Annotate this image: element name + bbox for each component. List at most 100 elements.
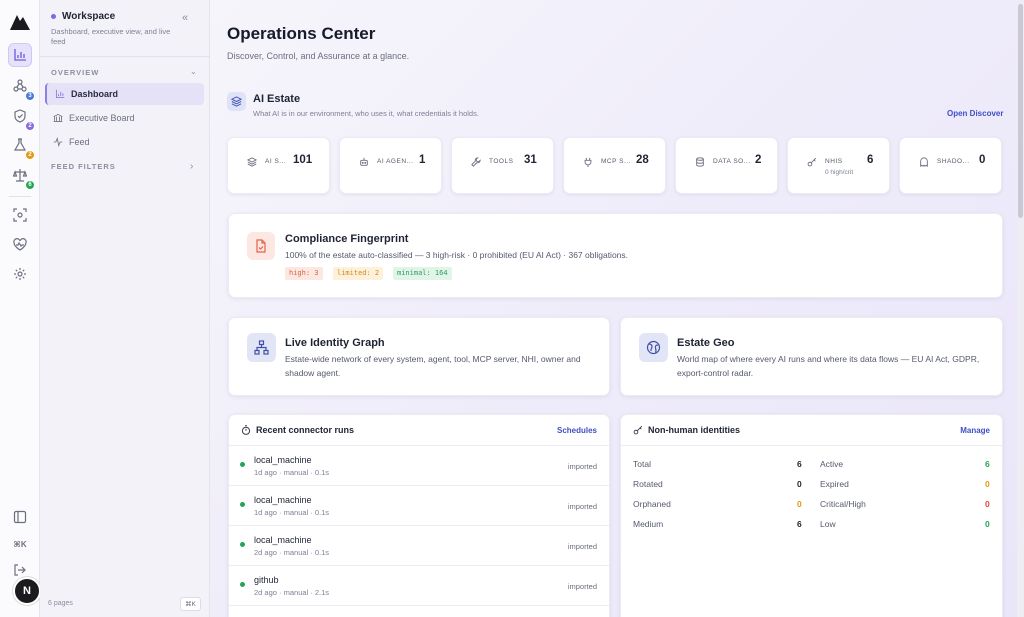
- schedules-link[interactable]: Schedules: [557, 426, 597, 435]
- run-name: local_machine: [254, 495, 312, 505]
- section-overview-label[interactable]: OVERVIEW: [51, 68, 99, 77]
- stat-label: TOOLS: [489, 158, 514, 165]
- stat-label: AI AGEN...: [377, 158, 414, 165]
- status-dot-icon: [240, 502, 245, 507]
- run-meta: 1d ago · manual · 0.1s: [254, 508, 330, 517]
- table-row[interactable]: github 2d ago · manual · 2.1s imported: [229, 566, 609, 606]
- rail-scan-button[interactable]: [8, 203, 32, 227]
- main-scrollbar[interactable]: [1017, 0, 1024, 617]
- stat-card-data-sources[interactable]: DATA SO... 2: [675, 137, 778, 194]
- run-meta: 2d ago · manual · 0.1s: [254, 548, 330, 557]
- run-name: github: [254, 575, 279, 585]
- stat-value: 101: [293, 154, 313, 166]
- panel-title: Non-human identities: [648, 425, 740, 435]
- command-shortcut-label: ⌘K: [13, 539, 27, 549]
- stat-card-ai-systems[interactable]: AI S... 101: [227, 137, 330, 194]
- run-name: local_machine: [254, 455, 312, 465]
- nhi-value-medium: 6: [797, 519, 802, 529]
- command-palette-button[interactable]: ⌘K: [8, 532, 32, 556]
- stat-value: 2: [755, 154, 762, 166]
- run-status: imported: [567, 582, 597, 591]
- bank-icon: [53, 113, 63, 122]
- mountain-logo-icon[interactable]: [10, 12, 30, 30]
- sidebar-panel-icon: [13, 510, 27, 524]
- live-identity-graph-card[interactable]: Live Identity Graph Estate-wide network …: [228, 317, 610, 396]
- activity-icon: [53, 137, 63, 147]
- workspace-header: Workspace: [51, 11, 115, 22]
- nhi-value-total: 6: [797, 459, 802, 469]
- nhi-label-medium: Medium: [633, 519, 664, 529]
- recent-runs-panel: Recent connector runs Schedules local_ma…: [228, 414, 610, 617]
- rail-dashboard-button[interactable]: [8, 43, 32, 67]
- stat-card-mcp-servers[interactable]: MCP S... 28: [563, 137, 666, 194]
- network-icon: [13, 79, 27, 92]
- sidebar-item-executive-board[interactable]: Executive Board: [45, 107, 204, 129]
- chevron-down-icon[interactable]: ⌄: [190, 67, 197, 76]
- nhi-label-expired: Expired: [820, 479, 849, 489]
- estate-geo-card[interactable]: Estate Geo World map of where every AI r…: [620, 317, 1003, 396]
- table-row[interactable]: local_machine 2d ago · manual · 0.1s imp…: [229, 526, 609, 566]
- scrollbar-thumb[interactable]: [1018, 4, 1023, 218]
- document-check-icon: [247, 232, 275, 260]
- stat-card-nhis[interactable]: NHIS 6 0 high/crit: [787, 137, 890, 194]
- page-title: Operations Center: [227, 24, 376, 43]
- stat-label: MCP S...: [601, 158, 631, 165]
- command-shortcut-badge[interactable]: ⌘K: [180, 597, 201, 611]
- rail-assurance-button[interactable]: 2: [8, 133, 35, 160]
- stat-value: 28: [636, 154, 649, 166]
- count-badge: 2: [25, 150, 35, 160]
- nhi-value-rotated: 0: [797, 479, 802, 489]
- wrench-icon: [471, 157, 481, 167]
- rail-compliance-button[interactable]: 6: [8, 163, 35, 190]
- panel-header: Recent connector runs Schedules: [229, 415, 609, 446]
- stat-card-ai-agents[interactable]: AI AGEN... 1: [339, 137, 442, 194]
- count-badge: 3: [25, 91, 35, 101]
- status-dot-icon: [240, 582, 245, 587]
- nhi-label-orphaned: Orphaned: [633, 499, 671, 509]
- table-row[interactable]: local_machine 1d ago · manual · 0.1s imp…: [229, 446, 609, 486]
- sidebar-item-label: Dashboard: [71, 89, 119, 99]
- compliance-fingerprint-card[interactable]: Compliance Fingerprint 100% of the estat…: [228, 213, 1003, 298]
- section-feed-filters-label[interactable]: FEED FILTERS: [51, 162, 116, 171]
- database-icon: [696, 157, 704, 167]
- section-subtitle: What AI is in our environment, who uses …: [253, 109, 479, 118]
- scan-icon: [13, 208, 27, 222]
- nhi-label-total: Total: [633, 459, 651, 469]
- rail-control-button[interactable]: 2: [8, 104, 35, 131]
- key-icon: [807, 157, 817, 167]
- sidebar-item-dashboard[interactable]: Dashboard: [45, 83, 204, 105]
- stat-value: 0: [979, 154, 986, 166]
- table-row[interactable]: local_machine 1d ago · manual · 0.1s imp…: [229, 486, 609, 526]
- ghost-icon: [920, 157, 928, 167]
- layers-icon: [227, 92, 246, 111]
- card-description: Estate-wide network of every system, age…: [285, 354, 581, 378]
- nhi-value-low: 0: [985, 519, 990, 529]
- rail-settings-button[interactable]: [8, 262, 32, 286]
- stat-label: AI S...: [265, 158, 287, 165]
- rail-discover-button[interactable]: 3: [8, 74, 35, 101]
- logout-icon: [14, 564, 26, 576]
- stat-card-tools[interactable]: TOOLS 31: [451, 137, 554, 194]
- rail-panel-toggle-button[interactable]: [8, 505, 32, 529]
- card-description: World map of where every AI runs and whe…: [677, 354, 980, 378]
- stat-card-shadow-agents[interactable]: SHADO... 0: [899, 137, 1002, 194]
- chevron-right-icon[interactable]: ›: [190, 161, 193, 172]
- panel-header: Non-human identities Manage: [621, 415, 1002, 446]
- nhi-value-critical-high: 0: [985, 499, 990, 509]
- count-badge: 6: [25, 180, 35, 190]
- rail-health-button[interactable]: [8, 233, 32, 257]
- user-avatar[interactable]: N: [13, 577, 41, 605]
- collapse-sidebar-icon[interactable]: «: [182, 12, 194, 24]
- risk-chip-limited: limited: 2: [333, 267, 384, 280]
- workspace-title: Workspace: [62, 11, 116, 22]
- flask-icon: [13, 138, 27, 151]
- run-status: imported: [567, 542, 597, 551]
- stat-label: DATA SO...: [713, 158, 751, 165]
- sidebar-divider: [40, 56, 210, 57]
- workspace-subtitle: Dashboard, executive view, and live feed: [51, 27, 171, 46]
- nhi-value-orphaned: 0: [797, 499, 802, 509]
- open-discover-link[interactable]: Open Discover: [947, 109, 1003, 118]
- manage-link[interactable]: Manage: [960, 426, 990, 435]
- sidebar-item-feed[interactable]: Feed: [45, 131, 204, 153]
- card-title: Estate Geo: [677, 337, 735, 349]
